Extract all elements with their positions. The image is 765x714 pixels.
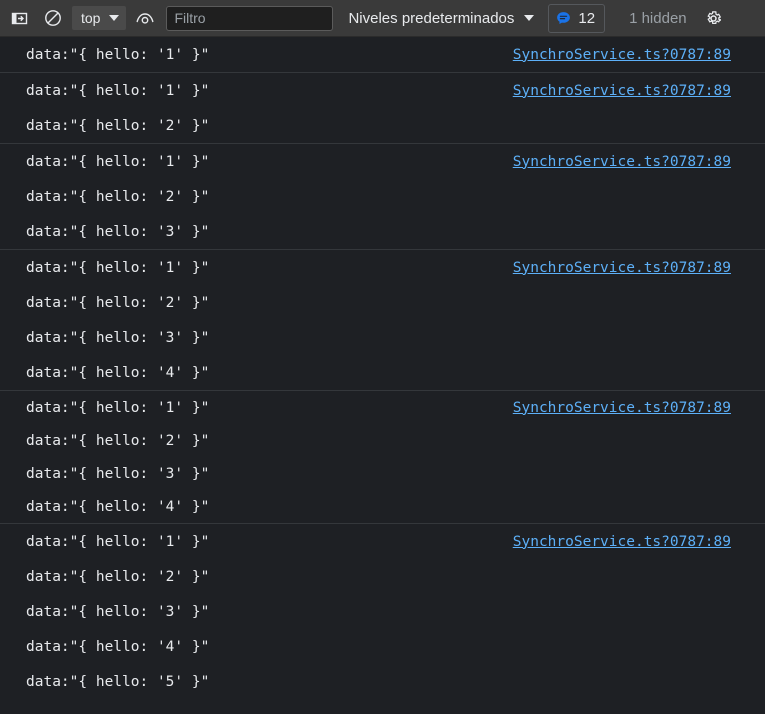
console-message-row[interactable]: data:"{ hello: '1' }" SynchroService.ts?0… — [0, 37, 765, 72]
console-source-link[interactable]: SynchroService.ts?0787:89 — [513, 533, 731, 551]
console-source-link[interactable]: SynchroService.ts?0787:89 — [513, 399, 731, 417]
console-message-group: data:"{ hello: '1' }" SynchroService.ts?0… — [0, 390, 765, 523]
console-message-row[interactable]: data:"{ hello: '4' }" — [0, 355, 765, 390]
console-message-text: data:"{ hello: '1' }" — [26, 259, 210, 276]
console-message-group: data:"{ hello: '1' }" SynchroService.ts?0… — [0, 249, 765, 390]
console-message-group: data:"{ hello: '1' }" SynchroService.ts?0… — [0, 72, 765, 143]
console-message-text: data:"{ hello: '4' }" — [26, 498, 210, 515]
console-message-list[interactable]: data:"{ hello: '1' }" SynchroService.ts?0… — [0, 37, 765, 714]
console-message-text: data:"{ hello: '2' }" — [26, 188, 210, 205]
console-message-text: data:"{ hello: '1' }" — [26, 82, 210, 99]
console-message-text: data:"{ hello: '2' }" — [26, 294, 210, 311]
console-message-row[interactable]: data:"{ hello: '1' }" SynchroService.ts?0… — [0, 250, 765, 285]
console-message-text: data:"{ hello: '3' }" — [26, 603, 210, 620]
log-levels-selector[interactable]: Niveles predeterminados — [348, 9, 535, 27]
eye-icon[interactable] — [132, 5, 158, 31]
console-message-row[interactable]: data:"{ hello: '1' }" SynchroService.ts?0… — [0, 391, 765, 424]
message-bubble-icon — [556, 11, 571, 26]
console-message-row[interactable]: data:"{ hello: '2' }" — [0, 559, 765, 594]
console-message-row[interactable]: data:"{ hello: '3' }" — [0, 457, 765, 490]
console-message-text: data:"{ hello: '3' }" — [26, 329, 210, 346]
console-message-row[interactable]: data:"{ hello: '5' }" — [0, 664, 765, 699]
message-count-badge[interactable]: 12 — [548, 3, 606, 33]
console-message-text: data:"{ hello: '4' }" — [26, 638, 210, 655]
gear-icon[interactable] — [701, 5, 727, 31]
console-message-row[interactable]: data:"{ hello: '4' }" — [0, 490, 765, 523]
console-message-row[interactable]: data:"{ hello: '3' }" — [0, 320, 765, 355]
console-message-text: data:"{ hello: '1' }" — [26, 153, 210, 170]
console-message-text: data:"{ hello: '4' }" — [26, 364, 210, 381]
console-message-text: data:"{ hello: '1' }" — [26, 533, 210, 550]
console-source-link[interactable]: SynchroService.ts?0787:89 — [513, 82, 731, 100]
console-message-row[interactable]: data:"{ hello: '2' }" — [0, 108, 765, 143]
chevron-down-icon — [524, 15, 535, 21]
console-message-row[interactable]: data:"{ hello: '1' }" SynchroService.ts?0… — [0, 73, 765, 108]
console-message-row[interactable]: data:"{ hello: '1' }" SynchroService.ts?0… — [0, 524, 765, 559]
open-drawer-icon[interactable] — [6, 5, 32, 31]
console-toolbar: top Filtro Niveles predeterminados 12 1 … — [0, 0, 765, 37]
hidden-messages-note: 1 hidden — [629, 9, 687, 27]
console-message-text: data:"{ hello: '2' }" — [26, 432, 210, 449]
console-message-row[interactable]: data:"{ hello: '1' }" SynchroService.ts?0… — [0, 144, 765, 179]
console-message-row[interactable]: data:"{ hello: '3' }" — [0, 594, 765, 629]
context-selector-value: top — [81, 10, 101, 26]
filter-placeholder: Filtro — [174, 10, 206, 26]
filter-input[interactable]: Filtro — [166, 5, 334, 31]
console-message-text: data:"{ hello: '3' }" — [26, 223, 210, 240]
console-message-group: data:"{ hello: '1' }" SynchroService.ts?0… — [0, 37, 765, 72]
console-message-text: data:"{ hello: '2' }" — [26, 568, 210, 585]
context-selector[interactable]: top — [72, 6, 127, 30]
console-message-text: data:"{ hello: '1' }" — [26, 46, 210, 63]
console-message-row[interactable]: data:"{ hello: '3' }" — [0, 214, 765, 249]
console-source-link[interactable]: SynchroService.ts?0787:89 — [513, 153, 731, 171]
clear-console-icon[interactable] — [40, 5, 66, 31]
console-message-text: data:"{ hello: '1' }" — [26, 399, 210, 416]
console-source-link[interactable]: SynchroService.ts?0787:89 — [513, 259, 731, 277]
console-message-row[interactable]: data:"{ hello: '2' }" — [0, 285, 765, 320]
chevron-down-icon — [109, 15, 120, 21]
console-message-group: data:"{ hello: '1' }" SynchroService.ts?0… — [0, 523, 765, 699]
console-message-row[interactable]: data:"{ hello: '2' }" — [0, 179, 765, 214]
console-message-row[interactable]: data:"{ hello: '4' }" — [0, 629, 765, 664]
console-source-link[interactable]: SynchroService.ts?0787:89 — [513, 46, 731, 64]
console-message-text: data:"{ hello: '3' }" — [26, 465, 210, 482]
console-message-text: data:"{ hello: '2' }" — [26, 117, 210, 134]
log-levels-label: Niveles predeterminados — [348, 9, 515, 27]
message-count: 12 — [578, 9, 596, 27]
console-message-text: data:"{ hello: '5' }" — [26, 673, 210, 690]
console-message-group: data:"{ hello: '1' }" SynchroService.ts?0… — [0, 143, 765, 249]
console-message-row[interactable]: data:"{ hello: '2' }" — [0, 424, 765, 457]
